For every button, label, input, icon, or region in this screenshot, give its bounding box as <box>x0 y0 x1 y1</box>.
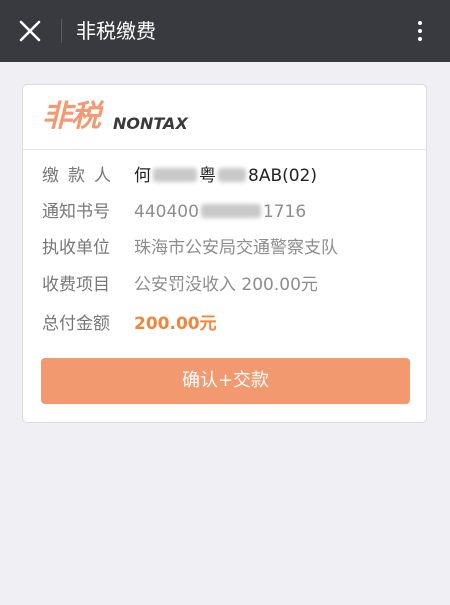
payment-card: 非税 NONTAX 缴款人 何粤 8AB(02) 通知书号 440400 1716 … <box>22 84 427 423</box>
payer-value: 何 粤 8AB(02) <box>134 164 317 188</box>
close-button[interactable] <box>12 14 48 48</box>
redacted-mask <box>218 168 246 182</box>
notice-number-label: 通知书号 <box>42 202 110 222</box>
payer-value-prefix: 何 <box>134 166 151 186</box>
agency-value: 珠海市公安局交通警察支队 <box>134 238 338 258</box>
close-icon <box>19 20 41 42</box>
logo-en-text: NONTAX <box>113 114 188 133</box>
top-bar: 非税缴费 <box>0 0 450 62</box>
redacted-mask <box>153 168 197 182</box>
notice-number-suffix: 1716 <box>262 202 307 222</box>
card-divider <box>23 149 426 150</box>
page-title: 非税缴费 <box>76 19 156 43</box>
payer-label: 缴款人 <box>42 166 120 186</box>
fee-item-name: 公安罚没收入 <box>134 275 236 295</box>
fee-item-amount: 200.00元 <box>241 275 318 295</box>
redacted-mask <box>200 204 261 218</box>
notice-number-value: 440400 1716 <box>134 200 306 224</box>
payer-value-mid: 粤 <box>199 166 216 186</box>
notice-number-prefix: 440400 <box>134 202 199 222</box>
payer-row: 缴款人 何 粤 8AB(02) <box>42 164 412 188</box>
fee-item-value: 公安罚没收入 200.00元 <box>134 273 318 297</box>
agency-row: 执收单位 珠海市公安局交通警察支队 <box>42 236 412 260</box>
fee-item-label: 收费项目 <box>42 275 110 295</box>
agency-label: 执收单位 <box>42 238 110 258</box>
notice-number-row: 通知书号 440400 1716 <box>42 200 412 224</box>
fee-item-row: 收费项目 公安罚没收入 200.00元 <box>42 273 412 297</box>
payer-value-suffix: 8AB(02) <box>248 166 318 186</box>
topbar-divider <box>61 19 62 43</box>
total-amount: 200.00元 <box>134 314 217 334</box>
more-button[interactable] <box>410 16 430 46</box>
confirm-pay-button[interactable]: 确认+交款 <box>41 358 410 404</box>
total-row: 总付金额 200.00元 <box>42 312 412 336</box>
total-label: 总付金额 <box>42 314 110 334</box>
logo-cn-text: 非税 <box>42 99 101 134</box>
